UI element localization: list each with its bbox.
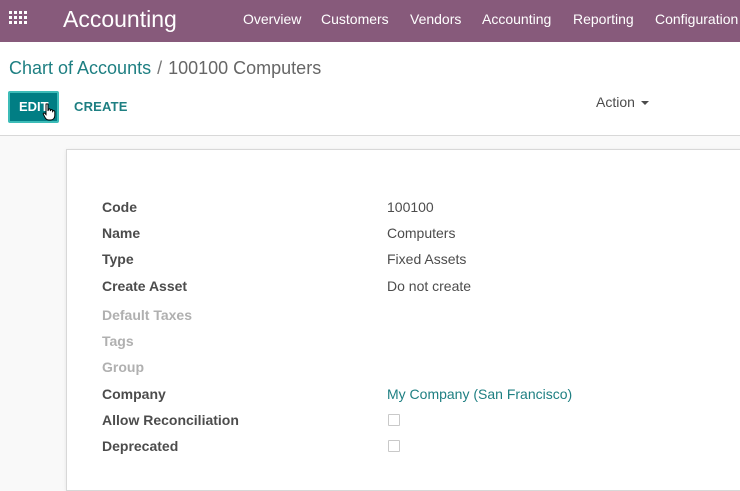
breadcrumb: Chart of Accounts /100100 Computers	[9, 57, 321, 79]
field-label-name: Name	[102, 225, 141, 241]
breadcrumb-current: 100100 Computers	[168, 58, 322, 78]
control-panel: Chart of Accounts/100100 Computers EDIT …	[0, 42, 740, 136]
form-sheet: Code 100100 Name Computers Type Fixed As…	[66, 149, 740, 491]
field-value-type: Fixed Assets	[387, 251, 467, 267]
menu-item-accounting[interactable]: Accounting	[482, 10, 551, 28]
field-row-tags: Tags	[67, 331, 740, 351]
field-row-name: Name Computers	[67, 223, 740, 243]
field-label-type: Type	[102, 251, 134, 267]
create-button[interactable]: CREATE	[74, 99, 128, 114]
breadcrumb-parent[interactable]: Chart of Accounts	[9, 58, 151, 78]
field-row-group: Group	[67, 357, 740, 377]
top-navbar: Accounting Overview Customers Vendors Ac…	[0, 0, 740, 42]
menu-item-customers[interactable]: Customers	[321, 10, 389, 28]
menu-item-configuration[interactable]: Configuration	[655, 10, 738, 28]
menu-item-reporting[interactable]: Reporting	[573, 10, 634, 28]
field-label-default-taxes: Default Taxes	[102, 307, 192, 323]
field-label-tags: Tags	[102, 333, 134, 349]
field-value-create-asset: Do not create	[387, 278, 472, 294]
allow-reconciliation-checkbox[interactable]	[388, 414, 400, 426]
field-label-code: Code	[102, 199, 137, 215]
field-label-allow-reconciliation: Allow Reconciliation	[102, 412, 239, 428]
field-label-deprecated: Deprecated	[102, 438, 179, 454]
hand-pointer-icon	[42, 103, 56, 121]
field-row-deprecated: Deprecated	[67, 436, 740, 456]
field-row-company: Company My Company (San Francisco)	[67, 384, 740, 404]
field-value-code: 100100	[387, 199, 434, 215]
field-label-create-asset: Create Asset	[102, 278, 188, 294]
deprecated-checkbox[interactable]	[388, 440, 400, 452]
field-row-default-taxes: Default Taxes	[67, 305, 740, 325]
menu-item-vendors[interactable]: Vendors	[410, 10, 461, 28]
field-value-name: Computers	[387, 225, 456, 241]
field-row-code: Code 100100	[67, 197, 740, 217]
action-dropdown[interactable]: Action	[596, 94, 649, 110]
menu-item-overview[interactable]: Overview	[243, 10, 301, 28]
field-value-company-link[interactable]: My Company (San Francisco)	[387, 384, 572, 404]
field-row-allow-reconciliation: Allow Reconciliation	[67, 410, 740, 430]
action-dropdown-label: Action	[596, 94, 635, 110]
field-row-create-asset: Create Asset Do not create	[67, 276, 740, 296]
main-menu: Overview Customers Vendors Accounting Re…	[0, 10, 740, 28]
caret-down-icon	[640, 101, 649, 106]
field-row-type: Type Fixed Assets	[67, 249, 740, 269]
breadcrumb-separator: /	[157, 58, 163, 78]
field-label-company: Company	[102, 386, 166, 402]
field-label-group: Group	[102, 359, 144, 375]
